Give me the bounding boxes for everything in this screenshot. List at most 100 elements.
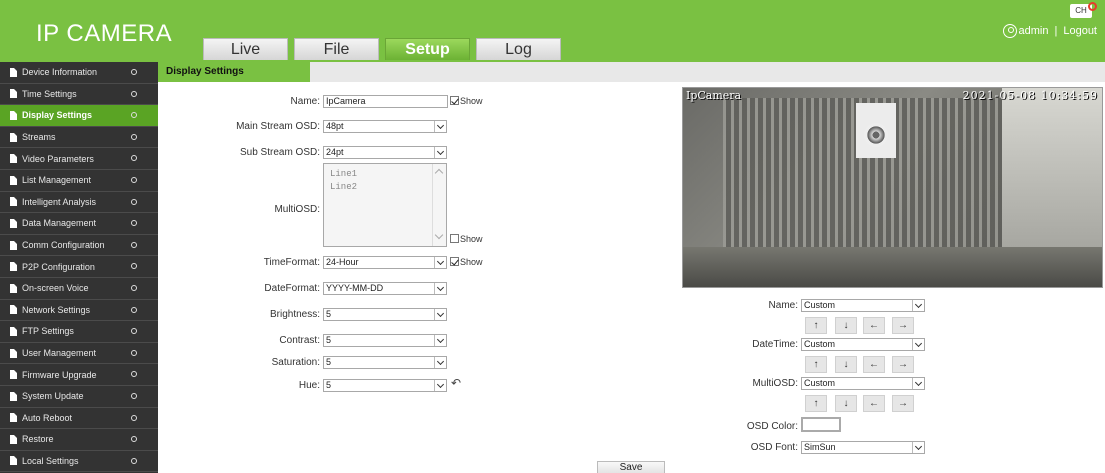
sub-stream-osd-select[interactable]: 24pt [323,146,447,159]
circle-icon [131,306,137,313]
sidebar-item-label: On-screen Voice [22,283,89,294]
document-icon [10,305,17,315]
name-input[interactable]: IpCamera [323,95,448,108]
datetime-move-up-button[interactable]: ↑ [805,356,827,373]
sub-stream-osd-value: 24pt [326,147,344,157]
sidebar-item-local-settings[interactable]: Local Settings [0,451,158,473]
saturation-select[interactable]: 5 [323,356,447,369]
document-icon [10,370,17,380]
sidebar-item-label: Streams [22,132,56,143]
dateformat-select[interactable]: YYYY-MM-DD [323,282,447,295]
sidebar-item-user-management[interactable]: User Management [0,343,158,365]
circle-icon [131,436,137,443]
osd-font-select[interactable]: SimSun [801,441,925,454]
sidebar-item-label: P2P Configuration [22,261,95,272]
multiosd-textarea[interactable]: Line1 Line2 [323,163,447,247]
sidebar-item-label: Auto Reboot [22,412,73,423]
osd-name-overlay[interactable]: IpCamera [686,89,741,102]
saturation-label: Saturation: [271,357,320,368]
tab-file[interactable]: File [294,38,379,60]
sidebar-item-data-management[interactable]: Data Management [0,213,158,235]
sidebar-item-intelligent-analysis[interactable]: Intelligent Analysis [0,192,158,214]
sidebar-item-device-information[interactable]: Device Information [0,62,158,84]
osd-datetime-overlay[interactable]: 2021-05-08 10:34:59 [963,89,1098,102]
position-multiosd-select[interactable]: Custom [801,377,925,390]
user-area: admin | Logout [1002,24,1097,38]
chevron-down-icon [434,147,446,158]
position-datetime-select[interactable]: Custom [801,338,925,351]
position-name-label: Name: [768,300,798,311]
document-icon [10,262,17,272]
name-show-checkbox[interactable] [450,96,459,105]
power-icon[interactable] [1088,2,1097,11]
tab-live[interactable]: Live [203,38,288,60]
name-move-up-button[interactable]: ↑ [805,317,827,334]
timeformat-select[interactable]: 24-Hour [323,256,447,269]
name-move-left-button[interactable]: ← [863,317,885,334]
document-icon [10,434,17,444]
name-move-right-button[interactable]: → [892,317,914,334]
document-icon [10,110,17,120]
hue-select[interactable]: 5 [323,379,447,392]
document-icon [10,67,17,77]
position-multiosd-value: Custom [804,378,836,388]
sidebar-item-label: Device Information [22,67,98,78]
sidebar-item-label: Network Settings [22,304,91,315]
circle-icon [131,328,137,335]
tab-setup[interactable]: Setup [385,38,470,60]
osd-color-picker[interactable] [801,417,841,432]
multiosd-move-up-button[interactable]: ↑ [805,395,827,412]
position-datetime-label: DateTime: [752,339,798,350]
sidebar-item-label: User Management [22,348,97,359]
sidebar-item-restore[interactable]: Restore [0,429,158,451]
position-datetime-value: Custom [804,339,836,349]
user-separator: | [1054,25,1058,37]
multiosd-move-right-button[interactable]: → [892,395,914,412]
sidebar-item-label: Data Management [22,218,97,229]
user-icon [1002,24,1017,38]
multiosd-move-down-button[interactable]: ↓ [835,395,857,412]
sidebar-item-auto-reboot[interactable]: Auto Reboot [0,408,158,430]
document-icon [10,132,17,142]
tab-log[interactable]: Log [476,38,561,60]
main-stream-osd-select[interactable]: 48pt [323,120,447,133]
sidebar-item-on-screen-voice[interactable]: On-screen Voice [0,278,158,300]
multiosd-move-left-button[interactable]: ← [863,395,885,412]
logout-link[interactable]: Logout [1063,25,1097,37]
sidebar-item-list-management[interactable]: List Management [0,170,158,192]
position-name-select[interactable]: Custom [801,299,925,312]
scroll-down-icon [434,230,444,240]
datetime-move-down-button[interactable]: ↓ [835,356,857,373]
sidebar-item-system-update[interactable]: System Update [0,386,158,408]
datetime-move-left-button[interactable]: ← [863,356,885,373]
timeformat-show-checkbox[interactable] [450,257,459,266]
sidebar-item-ftp-settings[interactable]: FTP Settings [0,321,158,343]
reset-icon[interactable]: ↶ [451,376,461,390]
brightness-select[interactable]: 5 [323,308,447,321]
sidebar-item-firmware-upgrade[interactable]: Firmware Upgrade [0,364,158,386]
sidebar-item-display-settings[interactable]: Display Settings [0,105,158,127]
sidebar-item-network-settings[interactable]: Network Settings [0,300,158,322]
saturation-value: 5 [326,357,332,367]
sidebar-item-streams[interactable]: Streams [0,127,158,149]
contrast-select[interactable]: 5 [323,334,447,347]
sidebar-item-p2p-configuration[interactable]: P2P Configuration [0,256,158,278]
sidebar-item-time-settings[interactable]: Time Settings [0,84,158,106]
datetime-move-right-button[interactable]: → [892,356,914,373]
main-stream-osd-value: 48pt [326,121,344,131]
sidebar-item-label: Time Settings [22,88,77,99]
chevron-down-icon [434,357,446,368]
save-button[interactable]: Save [597,461,665,473]
multiosd-show-checkbox[interactable] [450,234,459,243]
circle-icon [131,155,137,162]
textarea-scrollbar[interactable] [432,164,446,246]
sidebar-item-label: Comm Configuration [22,240,105,251]
circle-icon [131,220,137,227]
circle-icon [131,176,137,183]
osd-font-value: SimSun [804,442,836,452]
name-move-down-button[interactable]: ↓ [835,317,857,334]
sidebar-item-comm-configuration[interactable]: Comm Configuration [0,235,158,257]
sub-stream-osd-label: Sub Stream OSD: [239,147,320,158]
main-stream-osd-label: Main Stream OSD: [236,121,320,132]
sidebar-item-video-parameters[interactable]: Video Parameters [0,148,158,170]
